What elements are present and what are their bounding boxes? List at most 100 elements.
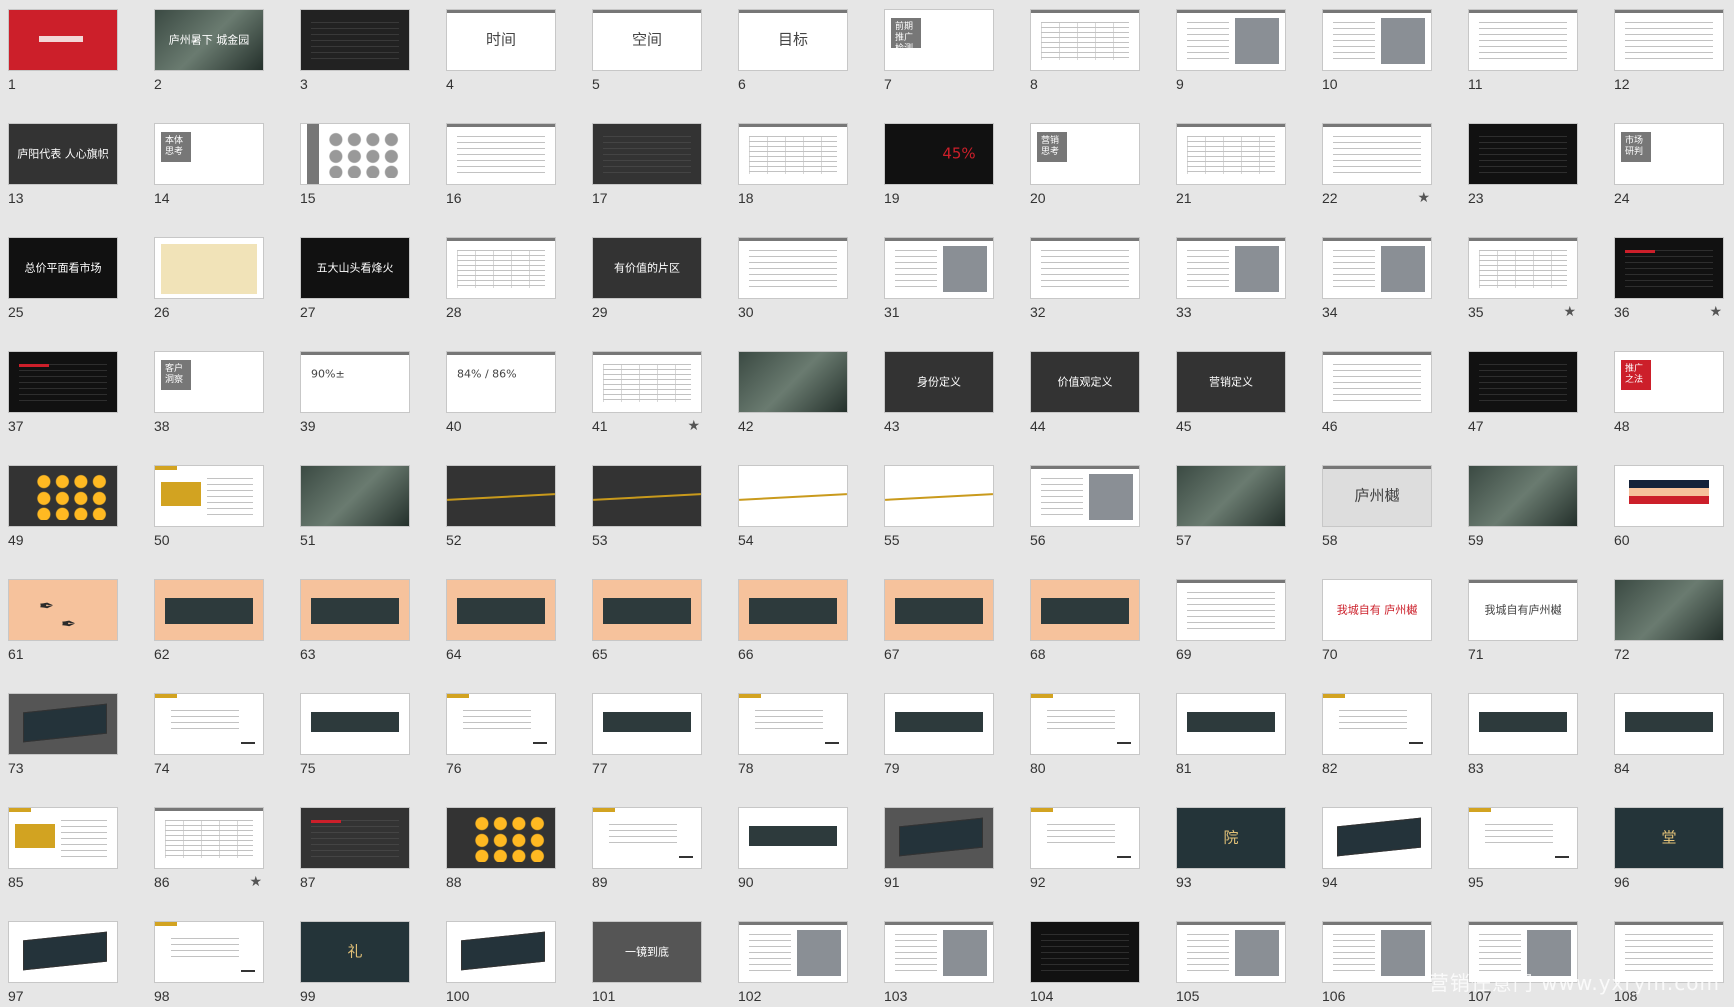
slide-thumbnail[interactable]: 五大山头看烽火 xyxy=(300,237,410,299)
slide-thumbnail[interactable] xyxy=(1030,921,1140,983)
slide-thumbnail-cell[interactable]: 总价平面看市场 25 xyxy=(8,237,118,323)
slide-thumbnail-cell[interactable]: 3 xyxy=(300,9,410,95)
slide-thumbnail-cell[interactable]: 推广之法 48 xyxy=(1614,351,1724,437)
slide-thumbnail[interactable] xyxy=(300,465,410,527)
slide-thumbnail[interactable] xyxy=(1468,9,1578,71)
slide-thumbnail[interactable] xyxy=(738,237,848,299)
slide-thumbnail[interactable]: 90%± xyxy=(300,351,410,413)
slide-thumbnail[interactable]: 礼 xyxy=(300,921,410,983)
slide-thumbnail-cell[interactable]: 16 xyxy=(446,123,556,209)
slide-thumbnail[interactable]: 客户洞察 xyxy=(154,351,264,413)
slide-thumbnail-cell[interactable]: 庐州樾 58 xyxy=(1322,465,1432,551)
slide-thumbnail-cell[interactable]: 82 xyxy=(1322,693,1432,779)
slide-thumbnail[interactable] xyxy=(446,123,556,185)
slide-thumbnail[interactable]: 本体思考 xyxy=(154,123,264,185)
slide-thumbnail[interactable] xyxy=(300,9,410,71)
slide-thumbnail-cell[interactable]: 91 xyxy=(884,807,994,893)
slide-thumbnail-cell[interactable]: 92 xyxy=(1030,807,1140,893)
slide-thumbnail-cell[interactable]: 83 xyxy=(1468,693,1578,779)
slide-thumbnail[interactable] xyxy=(154,807,264,869)
slide-thumbnail-cell[interactable]: ✒ ✒ 61 xyxy=(8,579,118,665)
slide-thumbnail-cell[interactable]: 42 xyxy=(738,351,848,437)
slide-thumbnail-cell[interactable]: 67 xyxy=(884,579,994,665)
slide-thumbnail[interactable] xyxy=(300,807,410,869)
slide-thumbnail-cell[interactable]: 86 ★ xyxy=(154,807,264,893)
slide-thumbnail[interactable] xyxy=(1322,237,1432,299)
slide-thumbnail-cell[interactable]: 院 93 xyxy=(1176,807,1286,893)
slide-thumbnail-cell[interactable]: 95 xyxy=(1468,807,1578,893)
slide-thumbnail-cell[interactable]: 10 xyxy=(1322,9,1432,95)
slide-thumbnail[interactable] xyxy=(446,807,556,869)
slide-thumbnail[interactable] xyxy=(154,579,264,641)
slide-thumbnail-cell[interactable]: 17 xyxy=(592,123,702,209)
slide-thumbnail[interactable] xyxy=(884,579,994,641)
slide-thumbnail[interactable]: 市场研判 xyxy=(1614,123,1724,185)
slide-thumbnail[interactable] xyxy=(300,123,410,185)
slide-thumbnail[interactable] xyxy=(738,579,848,641)
slide-thumbnail-cell[interactable]: 68 xyxy=(1030,579,1140,665)
slide-thumbnail[interactable] xyxy=(592,123,702,185)
slide-thumbnail-cell[interactable]: 我城自有 庐州樾 70 xyxy=(1322,579,1432,665)
slide-thumbnail[interactable] xyxy=(1322,807,1432,869)
slide-thumbnail-cell[interactable]: 54 xyxy=(738,465,848,551)
slide-thumbnail-cell[interactable]: 目标 6 xyxy=(738,9,848,95)
slide-thumbnail-cell[interactable]: 52 xyxy=(446,465,556,551)
slide-thumbnail[interactable]: 84% / 86% xyxy=(446,351,556,413)
slide-thumbnail-cell[interactable]: 营销思考 20 xyxy=(1030,123,1140,209)
slide-thumbnail-cell[interactable]: 一镜到底 101 xyxy=(592,921,702,1007)
slide-thumbnail[interactable] xyxy=(1176,123,1286,185)
slide-thumbnail-cell[interactable]: 59 xyxy=(1468,465,1578,551)
slide-thumbnail[interactable] xyxy=(154,465,264,527)
slide-thumbnail-cell[interactable]: 60 xyxy=(1614,465,1724,551)
slide-thumbnail-cell[interactable]: 74 xyxy=(154,693,264,779)
slide-thumbnail[interactable]: 推广之法 xyxy=(1614,351,1724,413)
slide-thumbnail[interactable] xyxy=(1614,465,1724,527)
slide-thumbnail[interactable] xyxy=(738,807,848,869)
slide-thumbnail[interactable] xyxy=(1322,921,1432,983)
slide-thumbnail-cell[interactable]: 75 xyxy=(300,693,410,779)
slide-thumbnail-cell[interactable]: 身份定义 43 xyxy=(884,351,994,437)
slide-thumbnail-cell[interactable]: 81 xyxy=(1176,693,1286,779)
slide-thumbnail[interactable] xyxy=(1176,465,1286,527)
slide-thumbnail[interactable] xyxy=(738,693,848,755)
slide-thumbnail[interactable] xyxy=(884,693,994,755)
slide-thumbnail[interactable] xyxy=(1030,579,1140,641)
slide-thumbnail-cell[interactable]: 89 xyxy=(592,807,702,893)
slide-thumbnail[interactable]: 庐阳代表 人心旗帜 xyxy=(8,123,118,185)
slide-thumbnail[interactable] xyxy=(1322,351,1432,413)
slide-thumbnail-cell[interactable]: 57 xyxy=(1176,465,1286,551)
slide-thumbnail[interactable] xyxy=(446,237,556,299)
slide-thumbnail-cell[interactable]: 79 xyxy=(884,693,994,779)
slide-thumbnail-cell[interactable]: 76 xyxy=(446,693,556,779)
slide-thumbnail[interactable] xyxy=(154,921,264,983)
slide-thumbnail[interactable] xyxy=(8,9,118,71)
slide-thumbnail-cell[interactable]: 21 xyxy=(1176,123,1286,209)
slide-thumbnail[interactable] xyxy=(1176,921,1286,983)
slide-thumbnail-cell[interactable]: 8 xyxy=(1030,9,1140,95)
slide-thumbnail[interactable] xyxy=(1322,693,1432,755)
slide-thumbnail[interactable] xyxy=(1468,123,1578,185)
slide-thumbnail[interactable]: 营销思考 xyxy=(1030,123,1140,185)
slide-thumbnail-cell[interactable]: 37 xyxy=(8,351,118,437)
slide-thumbnail-cell[interactable]: 22 ★ xyxy=(1322,123,1432,209)
slide-thumbnail-cell[interactable]: 78 xyxy=(738,693,848,779)
slide-thumbnail[interactable]: 我城自有 庐州樾 xyxy=(1322,579,1432,641)
slide-thumbnail[interactable]: 营销定义 xyxy=(1176,351,1286,413)
slide-thumbnail-cell[interactable]: 30 xyxy=(738,237,848,323)
slide-thumbnail[interactable] xyxy=(154,693,264,755)
slide-thumbnail[interactable] xyxy=(884,807,994,869)
slide-thumbnail-cell[interactable]: 69 xyxy=(1176,579,1286,665)
slide-thumbnail[interactable] xyxy=(8,921,118,983)
slide-thumbnail-cell[interactable]: 客户洞察 38 xyxy=(154,351,264,437)
slide-thumbnail[interactable]: 前期推广检测 xyxy=(884,9,994,71)
slide-thumbnail[interactable] xyxy=(884,237,994,299)
slide-thumbnail-cell[interactable]: 庐州暑下 城金园 2 xyxy=(154,9,264,95)
slide-thumbnail-cell[interactable]: 90%± 39 xyxy=(300,351,410,437)
slide-thumbnail[interactable] xyxy=(446,579,556,641)
slide-thumbnail-cell[interactable]: 堂 96 xyxy=(1614,807,1724,893)
slide-thumbnail-cell[interactable]: 36 ★ xyxy=(1614,237,1724,323)
slide-thumbnail-cell[interactable]: 103 xyxy=(884,921,994,1007)
slide-thumbnail[interactable]: 一镜到底 xyxy=(592,921,702,983)
slide-thumbnail[interactable] xyxy=(1468,465,1578,527)
slide-thumbnail-cell[interactable]: 90 xyxy=(738,807,848,893)
